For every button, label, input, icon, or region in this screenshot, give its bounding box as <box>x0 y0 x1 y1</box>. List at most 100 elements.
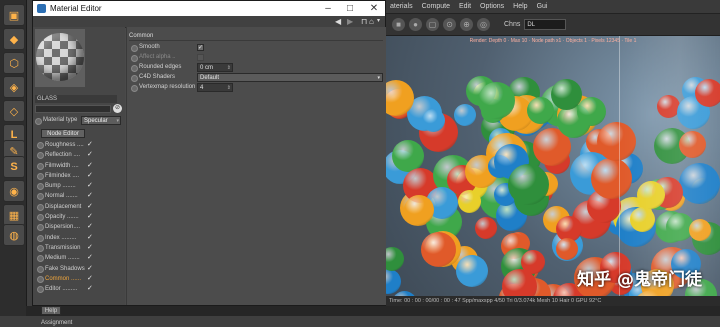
vertexmap-resolution-field[interactable]: 4 ⇕ <box>197 83 233 92</box>
affect-alpha-checkbox[interactable] <box>197 54 204 61</box>
menu-help[interactable]: Help <box>513 3 527 10</box>
radio-bullet-icon[interactable] <box>37 224 44 232</box>
radio-bullet-icon[interactable] <box>37 203 44 211</box>
channel-item[interactable]: Index ......... ✓ <box>33 233 125 243</box>
radio-bullet-icon[interactable] <box>37 193 44 201</box>
snap-tool-icon[interactable]: S <box>3 156 25 178</box>
radio-bullet-icon[interactable] <box>37 162 44 170</box>
lock-tool-icon[interactable]: ◍ <box>3 224 25 246</box>
close-button[interactable]: ✕ <box>363 1 385 16</box>
smooth-checkbox[interactable]: ✓ <box>197 44 204 51</box>
channel-item[interactable]: Opacity ....... ✓ <box>33 212 125 222</box>
check-icon[interactable]: ✓ <box>87 140 93 150</box>
radio-bullet-icon[interactable] <box>37 255 44 263</box>
material-name-field[interactable] <box>35 105 111 113</box>
radio-bullet-icon[interactable] <box>37 183 44 191</box>
check-icon[interactable]: ✓ <box>87 202 93 212</box>
radio-bullet-icon[interactable] <box>37 265 44 273</box>
channel-item[interactable]: Filmwidth .... ✓ <box>33 161 125 171</box>
check-icon[interactable]: ✓ <box>87 284 93 294</box>
channel-item[interactable]: Transmission ✓ <box>33 243 125 253</box>
check-icon[interactable]: ✓ <box>87 191 93 201</box>
menu-options[interactable]: Options <box>480 3 504 10</box>
radio-bullet-icon[interactable] <box>37 142 44 149</box>
channel-select[interactable]: DL <box>524 19 567 30</box>
radio-bullet-icon[interactable] <box>37 275 44 283</box>
radio-bullet-icon[interactable] <box>131 75 138 82</box>
lock-icon[interactable]: ■ <box>392 18 405 31</box>
back-arrow-icon[interactable]: ◀ <box>335 16 341 27</box>
menu-materials[interactable]: aterials <box>390 3 413 10</box>
radio-bullet-icon[interactable] <box>131 85 138 92</box>
channel-item[interactable]: Normal ....... ✓ <box>33 191 125 201</box>
radio-bullet-icon[interactable] <box>131 65 138 72</box>
focus-icon[interactable]: ⊕ <box>460 18 473 31</box>
channel-item[interactable]: Reflection .... ✓ <box>33 150 125 160</box>
gumball <box>475 217 497 239</box>
magnet-tool-icon[interactable]: ◉ <box>3 180 25 202</box>
menu-compute[interactable]: Compute <box>422 3 450 10</box>
channel-item[interactable]: Fake Shadows ✓ <box>33 264 125 274</box>
target-icon[interactable]: ◎ <box>477 18 490 31</box>
forward-arrow-icon[interactable]: ▶ <box>347 16 353 27</box>
radio-bullet-icon[interactable] <box>37 286 44 294</box>
channel-item[interactable]: Displacement ✓ <box>33 202 125 212</box>
main-left-toolbar: ▣ ◆ ⬡ ◈ ◇ L ✎ S ◉ ▦ ◍ <box>0 0 27 316</box>
grid-tool-icon[interactable]: ▦ <box>3 204 25 226</box>
spinner-icon[interactable]: ⇕ <box>227 84 231 92</box>
region-icon[interactable]: ▢ <box>426 18 439 31</box>
check-icon[interactable]: ✓ <box>87 181 93 191</box>
check-icon[interactable]: ✓ <box>87 274 93 284</box>
check-icon[interactable]: ✓ <box>87 222 93 232</box>
material-type-select[interactable]: Specular ▾ <box>81 116 121 125</box>
object-mode-icon[interactable]: ◇ <box>3 100 25 122</box>
radio-bullet-icon[interactable] <box>131 45 138 52</box>
c4d-shaders-select[interactable]: Default ▾ <box>197 73 383 82</box>
window-titlebar[interactable]: Material Editor – □ ✕ <box>33 1 385 17</box>
radio-bullet-icon[interactable] <box>37 152 44 160</box>
channel-item[interactable]: Common ...... ✓ <box>33 274 125 284</box>
channel-list: Roughness .... ✓ Reflection .... ✓ Filmwidth… <box>33 140 125 294</box>
sphere-icon[interactable]: ● <box>409 18 422 31</box>
radio-bullet-icon[interactable] <box>131 55 138 62</box>
menu-gui[interactable]: Gui <box>537 3 548 10</box>
render-viewport[interactable]: Render: Depth 0 · Max 10 · Node path x1 … <box>386 36 720 296</box>
radio-bullet-icon[interactable] <box>37 172 44 180</box>
radio-bullet-icon[interactable] <box>37 244 44 252</box>
channel-item[interactable]: Dispersion.... ✓ <box>33 222 125 232</box>
assignment-tab[interactable]: Assignment <box>41 319 72 327</box>
menu-edit[interactable]: Edit <box>459 3 471 10</box>
check-icon[interactable]: ✓ <box>87 150 93 160</box>
channel-item[interactable]: Filmindex .... ✓ <box>33 171 125 181</box>
channel-item[interactable]: Roughness .... ✓ <box>33 140 125 150</box>
minimize-button[interactable]: – <box>317 1 339 16</box>
pick-icon[interactable]: ⊙ <box>443 18 456 31</box>
history-icon[interactable]: ⌂ <box>369 16 374 27</box>
maximize-button[interactable]: □ <box>339 1 361 16</box>
spinner-icon[interactable]: ⇕ <box>227 64 231 72</box>
channel-item[interactable]: Medium ....... ✓ <box>33 253 125 263</box>
radio-bullet-icon[interactable] <box>37 214 44 222</box>
radio-bullet-icon[interactable] <box>35 118 42 125</box>
polygon-tool-icon[interactable]: ◆ <box>3 28 25 50</box>
edge-tool-icon[interactable]: ⬡ <box>3 52 25 74</box>
menu-arrow-icon[interactable]: ▾ <box>377 16 380 27</box>
node-editor-button[interactable]: Node Editor <box>41 129 85 138</box>
check-icon[interactable]: ✓ <box>87 264 93 274</box>
node-picker-icon[interactable]: ⊘ <box>113 104 122 113</box>
check-icon[interactable]: ✓ <box>87 253 93 263</box>
help-button[interactable]: Help <box>41 306 61 315</box>
material-preview[interactable] <box>35 29 85 87</box>
point-tool-icon[interactable]: ◈ <box>3 76 25 98</box>
check-icon[interactable]: ✓ <box>87 243 93 253</box>
radio-bullet-icon[interactable] <box>37 234 44 242</box>
cube-tool-icon[interactable]: ▣ <box>3 4 25 26</box>
check-icon[interactable]: ✓ <box>87 161 93 171</box>
check-icon[interactable]: ✓ <box>87 171 93 181</box>
check-icon[interactable]: ✓ <box>87 212 93 222</box>
channel-item[interactable]: Editor ......... ✓ <box>33 284 125 294</box>
rounded-edges-field[interactable]: 0 cm ⇕ <box>197 63 233 72</box>
channel-item[interactable]: Bump ........ ✓ <box>33 181 125 191</box>
check-icon[interactable]: ✓ <box>87 233 93 243</box>
lock-icon[interactable]: ⊓ <box>361 16 367 27</box>
